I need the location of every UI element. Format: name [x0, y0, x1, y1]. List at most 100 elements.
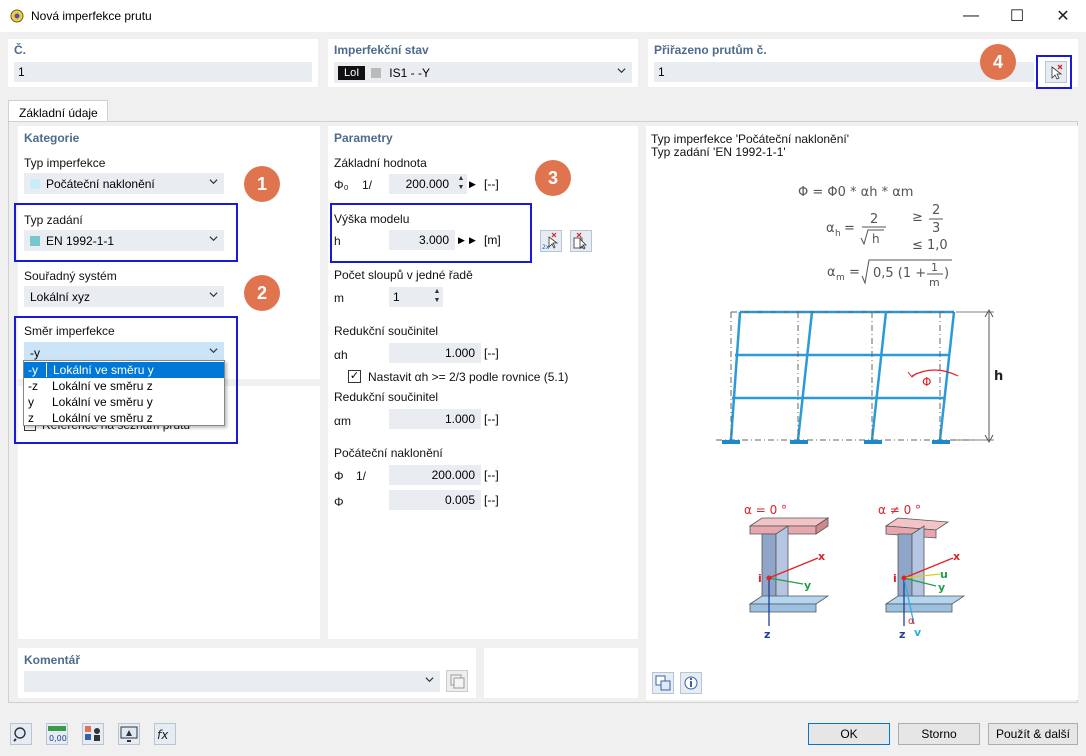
tab-basic[interactable]: Základní údaje	[8, 100, 108, 122]
svg-text:h: h	[872, 232, 880, 246]
maximize-button[interactable]: ☐	[994, 0, 1040, 32]
phi-angle-label: Φ	[922, 375, 931, 389]
svg-text:fx: fx	[157, 728, 169, 742]
svg-text:x: x	[953, 550, 960, 563]
search-tool-button[interactable]	[10, 723, 32, 745]
base-spinner[interactable]: ▲ ▼	[455, 174, 467, 194]
case-select[interactable]: LoI IS1 - -Y	[334, 62, 632, 83]
grid-person-icon	[85, 726, 100, 741]
apply-next-button[interactable]: Použít & další	[988, 723, 1078, 745]
chevron-down-icon	[209, 179, 218, 185]
cs-select[interactable]: Lokální xyz	[24, 286, 224, 307]
tab-basic-label: Základní údaje	[19, 106, 98, 120]
case-value: IS1 - -Y	[389, 65, 430, 80]
svg-text:z: z	[899, 628, 905, 641]
display-button[interactable]	[82, 723, 104, 745]
svg-text:1: 1	[931, 261, 938, 274]
type-swatch	[30, 178, 40, 189]
info-panel: Typ imperfekce 'Počáteční naklonění' Typ…	[646, 126, 1078, 700]
copy-icon	[655, 675, 671, 691]
cols-symbol: m	[334, 291, 344, 305]
init2-unit: [--]	[484, 493, 499, 507]
red2-label: Redukční součinitel	[334, 390, 439, 404]
svg-text:h: h	[835, 229, 841, 239]
pick-height-icon: 2x	[542, 232, 559, 251]
app-icon	[10, 9, 24, 23]
svg-text:m: m	[929, 276, 940, 289]
badge-1: 1	[244, 166, 280, 202]
highlight-2	[14, 316, 238, 444]
badge-3: 3	[535, 160, 571, 196]
svg-text:≥: ≥	[912, 210, 923, 225]
imperfection-type-select[interactable]: Počáteční naklonění	[24, 173, 224, 194]
view-button[interactable]	[118, 723, 140, 745]
init-label: Počáteční naklonění	[334, 446, 443, 460]
info-toggle-button[interactable]	[680, 672, 702, 694]
base-value-input[interactable]: 200.000	[389, 174, 455, 194]
red1-unit: [--]	[484, 346, 499, 360]
function-button[interactable]: fx	[154, 723, 176, 745]
svg-text:2: 2	[932, 203, 940, 218]
base-arrow-icon[interactable]: ▶	[469, 174, 476, 194]
title-bar: Nová imperfekce prutu — ☐ ✕	[0, 0, 1086, 32]
number-panel: Č. 1	[8, 39, 318, 87]
cols-value-input[interactable]: 1	[389, 287, 431, 307]
cols-spinner[interactable]: ▲ ▼	[431, 287, 443, 307]
red1-label: Redukční součinitel	[334, 324, 439, 338]
base-label: Základní hodnota	[334, 156, 427, 170]
svg-text:≤ 1,0: ≤ 1,0	[912, 238, 948, 253]
alpha-nonzero-label: α ≠ 0 °	[878, 503, 921, 517]
height-select-button[interactable]	[570, 230, 592, 252]
svg-text:x: x	[818, 550, 825, 563]
init2-symbol: Φ	[334, 495, 344, 509]
svg-text:=: =	[849, 265, 860, 280]
category-title: Kategorie	[24, 131, 80, 145]
copy-image-button[interactable]	[652, 672, 674, 694]
red1-value: 1.000	[389, 343, 481, 363]
assigned-input[interactable]: 1	[654, 62, 1034, 82]
comment-panel: Komentář	[18, 648, 476, 698]
svg-text:0,00: 0,00	[49, 734, 67, 743]
fx-icon: fx	[157, 728, 169, 742]
svg-text:2x: 2x	[542, 244, 550, 251]
close-button[interactable]: ✕	[1040, 0, 1086, 32]
cs-label: Souřadný systém	[24, 269, 117, 283]
imperfection-type-value: Počáteční naklonění	[46, 176, 155, 191]
minimize-button[interactable]: —	[948, 0, 994, 32]
number-label: Č.	[14, 43, 26, 57]
height-pick-button[interactable]: 2x	[540, 230, 562, 252]
base-unit: [--]	[484, 177, 499, 191]
red2-symbol: αm	[334, 414, 351, 428]
svg-text:i: i	[758, 572, 762, 585]
chevron-down-icon	[425, 677, 434, 683]
case-color-swatch	[371, 67, 382, 78]
svg-text:i: i	[893, 572, 897, 585]
init1-prefix: 1/	[356, 469, 367, 483]
imperfection-diagram: Φ = Φ0 * αh * αm αh = 2 h ≥ 2 3 ≤ 1,0 αm…	[716, 185, 1003, 641]
units-button[interactable]: 0,00	[46, 723, 68, 745]
pick-members-button[interactable]	[1045, 61, 1067, 83]
pick-cursor-icon	[1051, 64, 1063, 80]
base-prefix: 1/	[362, 178, 373, 192]
ok-button[interactable]: OK	[808, 723, 890, 745]
chevron-down-icon	[209, 292, 218, 298]
init1-symbol: Φ	[334, 469, 344, 483]
comment-library-button[interactable]	[446, 670, 468, 692]
svg-text:y: y	[804, 579, 811, 592]
comment-input[interactable]	[24, 671, 440, 692]
case-panel: Imperfekční stav LoI IS1 - -Y	[328, 39, 638, 87]
comment-label: Komentář	[24, 653, 81, 667]
alpha-check-checkbox[interactable]: ✓	[348, 370, 361, 383]
number-input[interactable]: 1	[14, 62, 312, 82]
svg-text:z: z	[764, 628, 770, 641]
svg-text:m: m	[836, 273, 845, 283]
case-label: Imperfekční stav	[334, 43, 429, 57]
svg-text:0,5 (1 +: 0,5 (1 +	[873, 266, 926, 281]
highlight-3	[330, 203, 532, 263]
window-title: Nová imperfekce prutu	[31, 9, 152, 23]
svg-text:α: α	[826, 221, 835, 236]
assigned-label: Přiřazeno prutům č.	[654, 43, 767, 57]
highlight-1	[14, 203, 238, 262]
frame-drawing	[729, 310, 956, 441]
cancel-button[interactable]: Storno	[898, 723, 980, 745]
